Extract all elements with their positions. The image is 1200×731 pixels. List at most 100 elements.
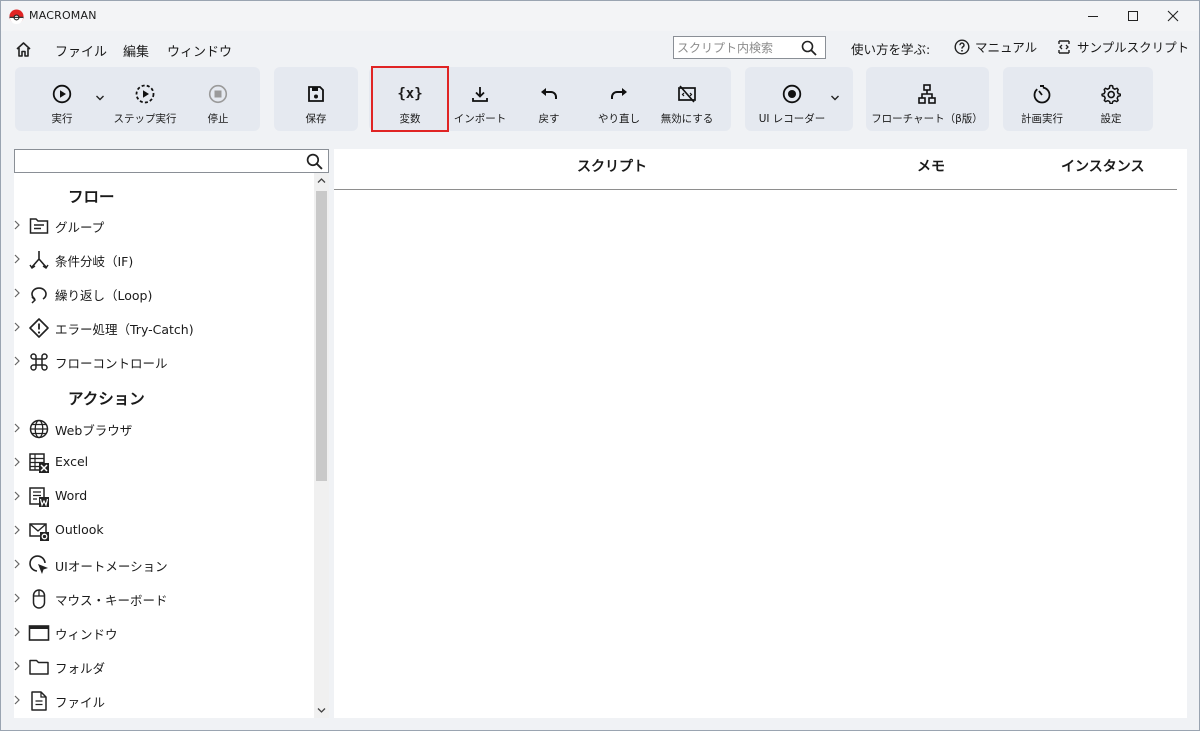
tree-item-label: Outlook [55, 522, 104, 537]
tree-item-if[interactable]: 条件分岐（IF) [14, 244, 314, 274]
learn-label: 使い方を学ぶ: [851, 42, 931, 57]
loop-icon [31, 287, 47, 304]
chevron-right-icon[interactable] [14, 322, 20, 332]
action-tree-scrollbar[interactable] [314, 173, 329, 718]
tree-item-ui-automation[interactable]: UIオートメーション [14, 549, 314, 579]
tree-item-file[interactable]: ファイル [14, 685, 314, 715]
menu-edit[interactable]: 編集 [123, 41, 149, 60]
close-button[interactable] [1153, 1, 1193, 31]
script-search-input[interactable] [677, 39, 797, 56]
chevron-right-icon[interactable] [14, 457, 20, 467]
schedule-button[interactable]: 計画実行 [1009, 67, 1075, 131]
tree-item-mouse-keyboard[interactable]: マウス・キーボード [14, 583, 314, 613]
disable-button[interactable]: 無効にする [654, 67, 720, 131]
run-label: 実行 [51, 113, 73, 125]
home-icon[interactable] [15, 41, 32, 58]
settings-button[interactable]: 設定 [1078, 67, 1144, 131]
chevron-right-icon[interactable] [14, 254, 20, 264]
window-icon [28, 625, 50, 641]
chevron-right-icon[interactable] [14, 423, 20, 433]
menu-window[interactable]: ウィンドウ [167, 41, 232, 60]
scroll-down-arrow-icon[interactable] [317, 707, 326, 714]
tree-item-outlook[interactable]: Outlook [14, 515, 314, 545]
variables-highlight-box [371, 66, 449, 132]
mouse-icon [32, 589, 46, 609]
tree-item-flow-control[interactable]: フローコントロール [14, 346, 314, 376]
action-section-header: アクション [68, 390, 145, 408]
chevron-right-icon[interactable] [14, 627, 20, 637]
chevron-right-icon[interactable] [14, 220, 20, 230]
disable-icon [678, 85, 696, 103]
sample-scripts-link[interactable]: サンプルスクリプト [1056, 37, 1189, 56]
chevron-right-icon[interactable] [14, 491, 20, 501]
chevron-right-icon[interactable] [14, 593, 20, 603]
recorder-options-chevron-icon[interactable] [830, 94, 840, 102]
chevron-right-icon[interactable] [14, 559, 20, 569]
minimize-button[interactable] [1073, 1, 1113, 31]
tree-item-label: グループ [55, 220, 105, 235]
ui-automation-icon [29, 555, 48, 574]
redo-icon [611, 88, 627, 99]
action-search-input[interactable] [18, 152, 298, 170]
schedule-label: 計画実行 [1021, 113, 1063, 125]
play-icon [52, 84, 72, 104]
flow-section-header: フロー [68, 188, 115, 206]
flowchart-label: フローチャート（β版） [871, 113, 983, 125]
column-header-instance[interactable]: インスタンス [1061, 156, 1144, 176]
tree-item-word[interactable]: Word [14, 481, 314, 511]
chevron-right-icon[interactable] [14, 356, 20, 366]
flowchart-button[interactable]: フローチャート（β版） [869, 67, 985, 131]
step-run-button[interactable]: ステップ実行 [112, 67, 178, 131]
chevron-right-icon[interactable] [14, 525, 20, 535]
tree-item-excel[interactable]: Excel [14, 447, 314, 477]
ui-recorder-button[interactable]: UI レコーダー [753, 67, 831, 131]
command-icon [30, 353, 48, 371]
redo-button[interactable]: やり直し [586, 67, 652, 131]
scroll-thumb[interactable] [316, 191, 327, 481]
manual-link[interactable]: マニュアル [954, 37, 1037, 56]
chevron-right-icon[interactable] [14, 695, 20, 705]
tree-item-group[interactable]: グループ [14, 210, 314, 240]
undo-button[interactable]: 戻す [516, 67, 582, 131]
tree-item-window[interactable]: ウィンドウ [14, 617, 314, 647]
undo-label: 戻す [538, 113, 560, 125]
import-button[interactable]: インポート [447, 67, 513, 131]
save-icon [308, 86, 324, 102]
step-play-icon [135, 84, 155, 104]
flowchart-icon [918, 84, 936, 104]
settings-label: 設定 [1100, 113, 1122, 125]
sample-scripts-icon [1058, 39, 1070, 54]
globe-icon [29, 419, 49, 439]
tree-item-web-browser[interactable]: Webブラウザ [14, 413, 314, 443]
column-header-script[interactable]: スクリプト [577, 156, 647, 176]
chevron-right-icon[interactable] [14, 661, 20, 671]
tree-item-try-catch[interactable]: エラー処理（Try-Catch) [14, 312, 314, 342]
search-icon[interactable] [801, 40, 817, 56]
maximize-icon [1128, 11, 1138, 21]
save-button[interactable]: 保存 [283, 67, 349, 131]
tree-item-label: フォルダ [55, 661, 106, 676]
tree-item-label: フローコントロール [55, 356, 168, 371]
chevron-right-icon[interactable] [14, 288, 20, 298]
menu-bar: ファイル 編集 ウィンドウ 使い方を学ぶ: マニュアル サンプルスクリプト [1, 35, 1199, 63]
folder-icon [29, 659, 49, 675]
save-label: 保存 [305, 113, 327, 125]
run-options-chevron-icon[interactable] [95, 94, 105, 102]
scroll-up-arrow-icon[interactable] [317, 177, 326, 184]
tree-item-loop[interactable]: 繰り返し（Loop) [14, 278, 314, 308]
column-header-memo[interactable]: メモ [917, 156, 945, 176]
undo-icon [541, 88, 557, 99]
app-window: MACROMAN ファイル 編集 ウィンドウ 使い方を学ぶ: [0, 0, 1200, 731]
search-icon[interactable] [306, 153, 323, 170]
action-search-box [14, 149, 329, 173]
download-icon [472, 87, 488, 102]
stop-button[interactable]: 停止 [185, 67, 251, 131]
tree-item-label: ウィンドウ [55, 627, 118, 642]
stop-icon [208, 84, 228, 104]
tree-item-label: ファイル [55, 695, 106, 710]
run-button[interactable]: 実行 [29, 67, 95, 131]
tree-item-folder[interactable]: フォルダ [14, 651, 314, 681]
maximize-button[interactable] [1113, 1, 1153, 31]
file-icon [31, 691, 47, 711]
menu-file[interactable]: ファイル [55, 41, 107, 60]
